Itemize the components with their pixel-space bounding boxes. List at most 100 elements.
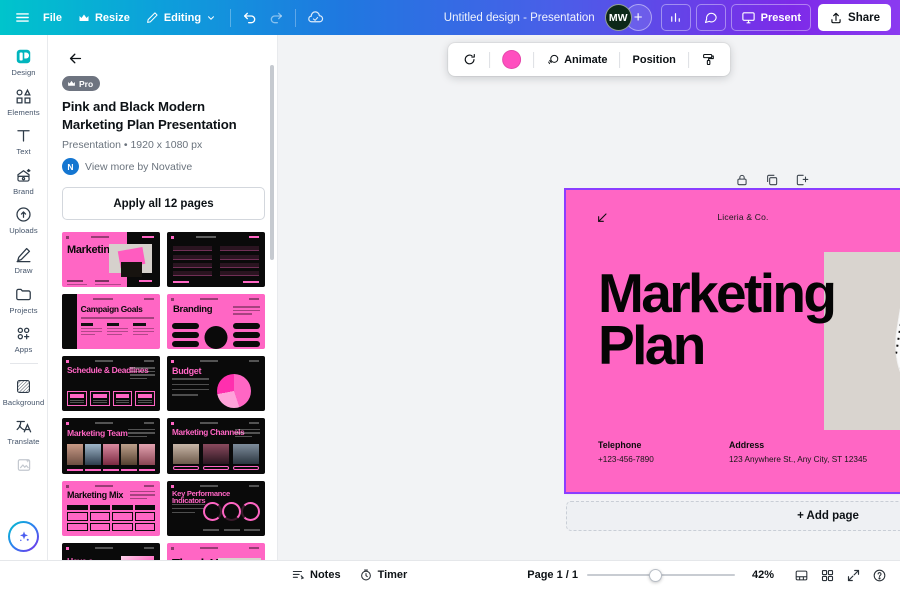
pro-badge-label: Pro	[79, 78, 94, 89]
list-item[interactable]: Thank You	[167, 542, 265, 560]
author-avatar: N	[62, 158, 79, 176]
redo-icon[interactable]	[263, 5, 289, 31]
sidebar-item-design[interactable]: Design	[2, 41, 46, 80]
template-title: Pink and Black Modern Marketing Plan Pre…	[62, 99, 237, 132]
slide-canvas[interactable]: Liceria & Co. Jun 2035 Marketing Plan	[564, 188, 900, 494]
projects-folder-icon	[14, 284, 33, 305]
resize-label: Resize	[94, 11, 130, 24]
sidebar-item-background[interactable]: Background	[2, 371, 46, 410]
editing-mode-button[interactable]: Editing	[138, 5, 224, 30]
animate-button[interactable]: Animate	[539, 47, 614, 72]
list-item[interactable]: Branding	[167, 294, 265, 350]
grid-view-icon[interactable]	[790, 564, 812, 586]
sidebar-item-label: Elements	[7, 107, 40, 117]
slide-brand-name: Liceria & Co.	[717, 212, 769, 222]
sidebar-item-brand[interactable]: Brand	[2, 160, 46, 199]
sidebar-item-label: Projects	[9, 305, 38, 315]
slide-heading-line2: Plan	[598, 313, 706, 376]
panel-scrollbar[interactable]	[270, 65, 274, 260]
magic-edit-icon	[15, 455, 33, 476]
duplicate-page-icon[interactable]	[762, 170, 782, 190]
design-template-panel: Pro Pink and Black Modern Marketing Plan…	[48, 35, 278, 560]
template-thumbnail-grid: Marketing Plan Campaign Goals Branding S…	[62, 232, 265, 560]
sidebar-item-label: Apps	[14, 345, 33, 355]
panel-scroll-region[interactable]: Pro Pink and Black Modern Marketing Plan…	[48, 75, 277, 560]
help-question-icon[interactable]	[868, 564, 890, 586]
timer-icon	[359, 568, 373, 582]
photo-sleeve-left	[888, 252, 900, 392]
resize-button[interactable]: Resize	[70, 5, 138, 30]
panel-header	[48, 35, 277, 75]
slide-footer: Telephone +123-456-7890 Address 123 Anyw…	[566, 428, 900, 492]
sidebar-item-label: Uploads	[9, 226, 38, 236]
sidebar-item-apps[interactable]: Apps	[2, 318, 46, 357]
toolbar-divider	[533, 51, 535, 68]
zoom-slider-knob[interactable]	[649, 568, 663, 582]
list-item[interactable]: Marketing Channels	[167, 418, 265, 474]
list-item[interactable]: Have a question?	[62, 542, 160, 560]
sidebar-item-uploads[interactable]: Uploads	[2, 199, 46, 238]
template-meta: Presentation • 1920 x 1080 px	[62, 139, 203, 152]
list-item[interactable]: Marketing Mix	[62, 480, 160, 536]
lock-icon[interactable]	[732, 170, 752, 190]
share-button[interactable]: Share	[818, 4, 891, 31]
pro-badge: Pro	[62, 76, 101, 91]
position-button[interactable]: Position	[626, 47, 683, 72]
thumb-title: Branding	[173, 304, 213, 316]
avatar[interactable]: MW	[604, 4, 632, 31]
slide-photo[interactable]	[824, 252, 900, 430]
pencil-icon	[146, 11, 159, 24]
list-item[interactable]: Marketing Plan	[62, 232, 160, 288]
bar-chart-icon	[668, 10, 683, 25]
insights-button[interactable]	[660, 4, 691, 31]
left-nav-rail: Design Elements Text Brand Uploads Draw …	[0, 35, 48, 560]
document-title[interactable]: Untitled design - Presentation	[434, 12, 605, 24]
template-author[interactable]: N View more by Novative	[62, 158, 265, 176]
back-arrow-icon[interactable]	[62, 45, 88, 71]
sidebar-item-projects[interactable]: Projects	[2, 279, 46, 318]
add-page-button[interactable]: + Add page	[566, 501, 900, 531]
zoom-slider[interactable]	[587, 568, 735, 582]
list-item[interactable]: Marketing Team	[62, 418, 160, 474]
telephone-value: +123-456-7890	[598, 455, 654, 464]
notes-button[interactable]: Notes	[284, 564, 348, 586]
toolbar-divider	[619, 51, 621, 68]
sidebar-item-elements[interactable]: Elements	[2, 81, 46, 120]
sidebar-item-draw[interactable]: Draw	[2, 239, 46, 278]
style-copy-button[interactable]	[694, 47, 723, 72]
magic-rotate-icon	[462, 52, 477, 67]
sidebar-item-label: Translate	[7, 437, 40, 447]
sidebar-item-translate[interactable]: Translate	[2, 410, 46, 449]
comments-button[interactable]	[695, 4, 726, 31]
list-item[interactable]: Key Performance Indicators	[167, 480, 265, 536]
timer-button[interactable]: Timer	[352, 564, 415, 586]
file-menu-button[interactable]: File	[35, 5, 70, 30]
thumb-title: Marketing Team	[67, 427, 128, 438]
magic-studio-button[interactable]	[8, 521, 39, 552]
list-item[interactable]	[167, 232, 265, 288]
pages-view-icon[interactable]	[816, 564, 838, 586]
color-picker-button[interactable]	[495, 47, 528, 72]
toolbar-divider	[489, 51, 491, 68]
canva-editor-window: File Resize Editing Untitled design - Pr…	[0, 0, 900, 589]
cloud-saved-icon[interactable]	[302, 5, 328, 31]
canvas-area: Animate Position Liceria & Co. Marketing…	[278, 35, 900, 560]
list-item[interactable]: Schedule & Deadlines	[62, 356, 160, 412]
present-button[interactable]: Present	[730, 4, 812, 31]
magic-rotate-button[interactable]	[455, 47, 484, 72]
toolbar-divider-2	[295, 8, 297, 27]
add-page-icon[interactable]	[792, 170, 812, 190]
zoom-controls: Page 1 / 1 42%	[527, 564, 890, 586]
uploads-cloud-icon	[14, 204, 33, 225]
hamburger-menu-icon[interactable]	[9, 5, 35, 31]
sidebar-item-magic-edit[interactable]	[2, 450, 46, 479]
list-item[interactable]: Campaign Goals	[62, 294, 160, 350]
sidebar-item-label: Draw	[14, 265, 33, 275]
sidebar-item-label: Background	[2, 397, 45, 407]
sidebar-item-text[interactable]: Text	[2, 120, 46, 159]
thumb-title: Budget	[172, 366, 202, 377]
apply-all-pages-button[interactable]: Apply all 12 pages	[62, 187, 265, 221]
list-item[interactable]: Budget	[167, 356, 265, 412]
fullscreen-expand-icon[interactable]	[842, 564, 864, 586]
undo-icon[interactable]	[237, 5, 263, 31]
